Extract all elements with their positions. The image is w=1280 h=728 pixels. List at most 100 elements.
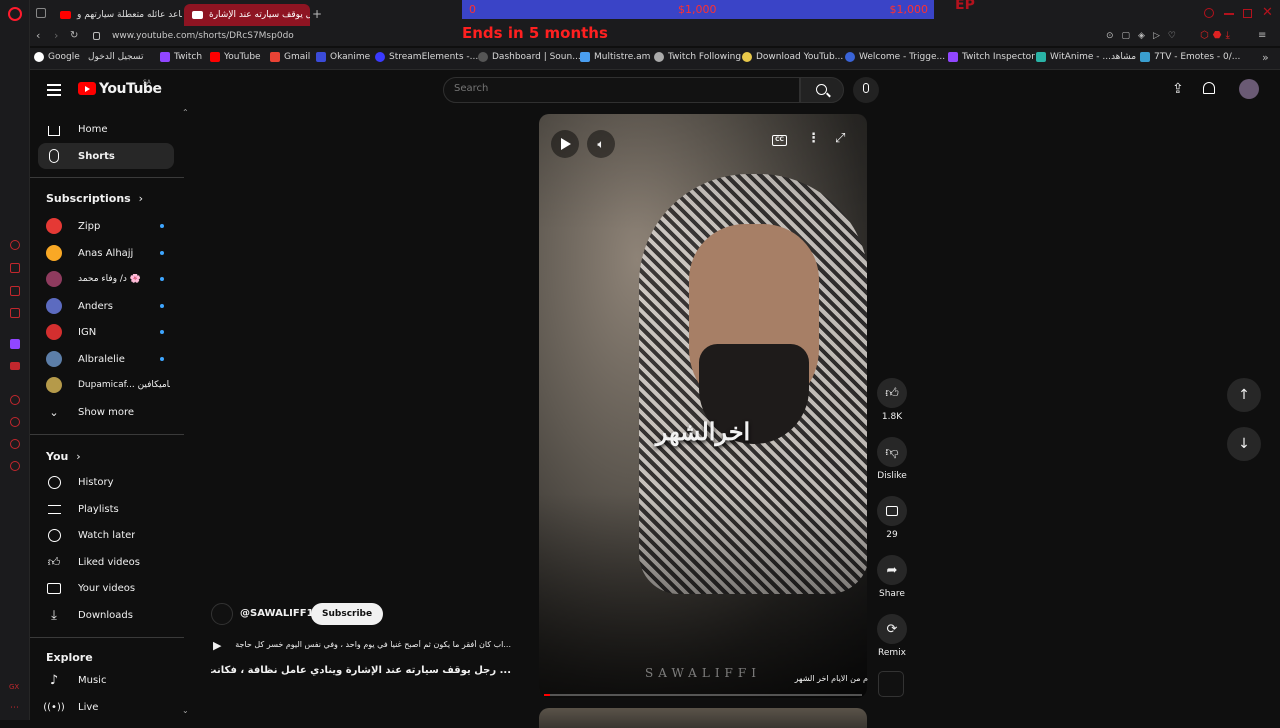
voice-search-button[interactable] (853, 77, 879, 103)
restore-icon[interactable] (1243, 9, 1252, 18)
bookmark-witanime[interactable]: WitAnime - ...مشاهد (1036, 52, 1136, 62)
close-window-icon[interactable]: ✕ (1262, 5, 1273, 20)
bookmark-google[interactable]: Google (34, 52, 80, 62)
bookmark-multistream[interactable]: Multistre.am (580, 52, 650, 62)
you-heading[interactable]: You › (46, 450, 81, 463)
tab-1[interactable]: ساعد عائله متعطلة سيارتهم و... (52, 4, 182, 26)
youtube-panel-icon[interactable] (10, 362, 20, 370)
bookmark-twitch-inspector[interactable]: Twitch Inspector (948, 52, 1035, 62)
nav-playlists[interactable]: Playlists (38, 496, 174, 522)
shorts-video-player[interactable]: اخرالشهر SAWALIFFI 🔈︎ CC ⋮ ⤢ (539, 114, 867, 698)
twitch-panel-icon[interactable] (10, 339, 20, 349)
previous-short-button[interactable]: ↑ (1227, 378, 1261, 412)
messenger-icon[interactable] (10, 240, 20, 250)
search-tabs-icon[interactable] (1204, 8, 1214, 18)
show-more-button[interactable]: ⌄ Show more (38, 399, 174, 425)
channel-handle[interactable]: @SAWALIFF1 (240, 608, 314, 619)
nav-your-videos[interactable]: Your videos (38, 575, 174, 601)
nav-shorts[interactable]: Shorts (38, 143, 174, 169)
url-text[interactable]: www.youtube.com/shorts/DRcS7Msp0do (112, 31, 294, 41)
subscription-item[interactable]: Albralelie (38, 346, 174, 372)
bookmark-gmail[interactable]: Gmail (270, 52, 310, 62)
bookmark-twitch-following[interactable]: Twitch Following (654, 52, 741, 62)
remix-button[interactable]: ⟳ Remix (876, 614, 908, 658)
settings-panel-icon[interactable] (10, 461, 20, 471)
create-upload-icon[interactable]: ⇪ (1172, 81, 1184, 97)
back-icon[interactable]: ‹ (36, 29, 40, 42)
short-title[interactable]: ... رجل يوقف سيارته عند الإشارة وينادي ع… (211, 665, 511, 676)
bookmark-7tv[interactable]: 7TV - Emotes - 0/... (1140, 52, 1240, 62)
subscription-item[interactable]: Dupamicaf... دوباميكافين (38, 372, 174, 398)
toolbar-extension-icons[interactable]: ⊙▢◈▷♡ (1106, 31, 1184, 41)
bookmark-triggerfyre[interactable]: Welcome - Trigge... (845, 52, 945, 62)
new-tab-icon[interactable]: + (312, 7, 322, 21)
workspace-icon[interactable] (10, 263, 20, 273)
menu-icon[interactable]: ≡ (1258, 30, 1266, 41)
sidebar-scroll-up-icon[interactable]: ⌃ (182, 108, 189, 117)
dislike-button[interactable]: 👎︎ Dislike (876, 437, 908, 481)
nav-watch-later[interactable]: Watch later (38, 522, 174, 548)
channel-avatar[interactable] (211, 603, 233, 625)
nav-home[interactable]: Home (38, 116, 174, 142)
subscription-item[interactable]: Zipp (38, 213, 174, 239)
more-icon[interactable]: ⋯ (10, 703, 19, 713)
subscription-item[interactable]: IGN (38, 319, 174, 345)
bookmark-login[interactable]: تسجيل الدخول (88, 52, 143, 62)
play-description-icon[interactable]: ▶ (213, 639, 221, 652)
subscribe-button[interactable]: Subscribe (311, 603, 384, 625)
subscription-item[interactable]: Anas Alhajj (38, 240, 174, 266)
account-avatar[interactable] (1239, 79, 1259, 99)
sidebar-scroll-down-icon[interactable]: ⌄ (182, 706, 189, 715)
subscription-item[interactable]: Anders (38, 293, 174, 319)
extensions-panel-icon[interactable] (10, 439, 20, 449)
nav-downloads[interactable]: ⤓ Downloads (38, 602, 174, 628)
bookmark-streamelements[interactable]: StreamElements -... (375, 52, 478, 62)
bookmark-youtube[interactable]: YouTube (210, 52, 261, 62)
bookmark-download-youtube[interactable]: Download YouTub... (742, 52, 843, 62)
bookmark-soundcloud-dashboard[interactable]: Dashboard | Soun... (478, 52, 581, 62)
subscription-item[interactable]: د/ وفاء محمد 🌸 (38, 266, 174, 292)
search-button[interactable] (800, 77, 844, 103)
subscriptions-heading[interactable]: Subscriptions › (46, 192, 143, 205)
mute-button[interactable]: 🔈︎ (587, 130, 615, 158)
bookmarks-panel-icon[interactable] (10, 286, 20, 296)
fullscreen-icon[interactable]: ⤢ (835, 131, 845, 146)
more-options-icon[interactable]: ⋮ (807, 131, 820, 146)
forward-icon[interactable]: › (54, 29, 58, 42)
profile-extension-icons[interactable]: ⬡⬣⤓ (1200, 30, 1234, 41)
comments-button[interactable]: 29 (876, 496, 908, 540)
clock-panel-icon[interactable] (10, 417, 20, 427)
bookmark-okanime[interactable]: Okanime (316, 52, 370, 62)
play-button[interactable] (551, 130, 579, 158)
reload-icon[interactable]: ↻ (70, 30, 78, 41)
nav-liked-videos[interactable]: 👍︎ Liked videos (38, 549, 174, 575)
captions-icon[interactable]: CC (772, 135, 787, 146)
notifications-bell-icon[interactable] (1203, 82, 1215, 94)
next-short-button[interactable]: ↓ (1227, 427, 1261, 461)
like-button[interactable]: 👍︎ 1.8K (876, 378, 908, 422)
bookmarks-overflow-icon[interactable]: » (1262, 51, 1269, 64)
short-description[interactable]: ...اب كان أفقر ما يكون ثم أصبح غنياً في … (229, 640, 511, 649)
next-short-preview[interactable] (539, 708, 867, 728)
youtube-logo-icon[interactable] (78, 82, 96, 95)
bookmark-twitch[interactable]: Twitch (160, 52, 202, 62)
tab-2-active[interactable]: رجل يوقف سيارته عند الإشارة (184, 4, 310, 26)
gmail-panel-icon[interactable] (10, 308, 20, 318)
hamburger-menu-icon[interactable] (47, 84, 61, 96)
tab-overview-icon[interactable] (36, 8, 46, 18)
opera-logo-icon[interactable] (8, 7, 22, 21)
search-input[interactable] (454, 83, 784, 94)
sound-title[interactable]: م من الايام اخر الشهر (778, 674, 868, 683)
arrow-down-icon: ↓ (1238, 436, 1250, 452)
youtube-logo-text[interactable]: YouTube (99, 81, 162, 97)
share-button[interactable]: ➦ Share (876, 555, 908, 599)
search-box[interactable] (443, 77, 800, 103)
minimize-icon[interactable] (1224, 13, 1234, 15)
nav-live[interactable]: ((•)) Live (38, 694, 174, 720)
bookmarks-bar: Google تسجيل الدخول Twitch YouTube Gmail… (30, 48, 1280, 70)
video-progress-track[interactable] (544, 694, 862, 696)
nav-music[interactable]: ♪ Music (38, 667, 174, 693)
sound-thumbnail[interactable] (878, 671, 904, 697)
history-panel-icon[interactable] (10, 395, 20, 405)
nav-history[interactable]: History (38, 469, 174, 495)
